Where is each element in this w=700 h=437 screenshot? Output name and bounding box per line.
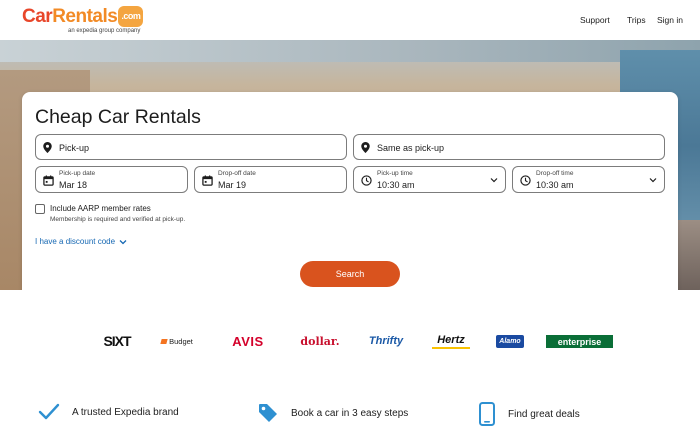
hero-sky: [0, 40, 700, 62]
chevron-down-icon: [649, 178, 657, 183]
brand-logo-dollar: dollar.: [300, 334, 340, 348]
discount-code-toggle[interactable]: I have a discount code: [35, 237, 127, 246]
aarp-checkbox-label[interactable]: Include AARP member rates: [50, 204, 151, 213]
feature-text: Book a car in 3 easy steps: [291, 407, 409, 419]
brand-logo-hertz: Hertz: [432, 333, 470, 349]
dropoff-date-field[interactable]: Drop-off date Mar 19: [194, 166, 347, 193]
logo-tagline: an expedia group company: [68, 28, 141, 34]
search-card: Cheap Car Rentals Pick-up Same as pick-u…: [22, 92, 678, 290]
rental-brands-row: SIXT Budget AVIS dollar. Thrifty Hertz A…: [0, 330, 700, 352]
logo-text-rentals: Rentals: [52, 6, 118, 27]
feature-great-deals: Find great deals: [478, 402, 580, 426]
checkmark-icon: [38, 403, 60, 420]
pickup-time-select[interactable]: Pick-up time 10:30 am: [353, 166, 506, 193]
aarp-checkbox[interactable]: [35, 204, 45, 214]
calendar-icon: [43, 175, 54, 186]
logo-text-car: Car: [22, 6, 53, 27]
brand-logo-enterprise: enterprise: [546, 335, 613, 348]
pickup-date-value: Mar 18: [59, 180, 88, 190]
nav-trips-link[interactable]: Trips: [627, 15, 646, 25]
brand-logo-budget-text: Budget: [169, 336, 193, 346]
feature-text: A trusted Expedia brand: [72, 406, 179, 418]
brand-logo-alamo: Alamo: [496, 335, 524, 348]
aarp-note: Membership is required and verified at p…: [50, 216, 186, 223]
brand-logo-avis: AVIS: [232, 333, 264, 349]
location-pin-icon: [43, 142, 52, 153]
dropoff-time-value: 10:30 am: [536, 180, 574, 190]
brand-logo-thrifty: Thrifty: [368, 335, 404, 347]
mobile-phone-icon: [479, 402, 495, 426]
search-button[interactable]: Search: [300, 261, 400, 287]
nav-support-link[interactable]: Support: [580, 15, 610, 25]
pickup-time-label: Pick-up time: [377, 170, 413, 177]
budget-mark: [160, 338, 168, 344]
nav-signin-link[interactable]: Sign in: [657, 15, 683, 25]
page-title: Cheap Car Rentals: [35, 106, 201, 128]
dropoff-date-value: Mar 19: [218, 180, 247, 190]
pickup-date-label: Pick-up date: [59, 170, 96, 177]
dropoff-location-placeholder: Same as pick-up: [377, 143, 445, 153]
pickup-date-field[interactable]: Pick-up date Mar 18: [35, 166, 188, 193]
pickup-location-placeholder: Pick-up: [59, 143, 90, 153]
feature-trusted-brand: A trusted Expedia brand: [38, 402, 179, 422]
pickup-location-field[interactable]: Pick-up: [35, 134, 347, 160]
chevron-down-icon: [490, 178, 498, 183]
logo-badge-com: .com: [118, 6, 144, 27]
hero-background: Cheap Car Rentals Pick-up Same as pick-u…: [0, 40, 700, 290]
dropoff-time-label: Drop-off time: [536, 170, 574, 177]
carrentals-logo[interactable]: CarRentals .com an expedia group company: [22, 6, 144, 34]
location-pin-icon: [361, 142, 370, 153]
chevron-down-icon: [119, 239, 127, 244]
feature-easy-steps: Book a car in 3 easy steps: [257, 402, 408, 424]
clock-icon: [520, 175, 531, 186]
feature-text: Find great deals: [508, 408, 580, 420]
tag-icon: [259, 404, 277, 422]
clock-icon: [361, 175, 372, 186]
discount-code-label: I have a discount code: [35, 237, 116, 246]
dropoff-time-select[interactable]: Drop-off time 10:30 am: [512, 166, 665, 193]
site-header: CarRentals .com an expedia group company …: [0, 0, 700, 40]
dropoff-location-field[interactable]: Same as pick-up: [353, 134, 665, 160]
dropoff-date-label: Drop-off date: [218, 170, 256, 177]
pickup-time-value: 10:30 am: [377, 180, 415, 190]
calendar-icon: [202, 175, 213, 186]
brand-logo-sixt: SIXT: [103, 333, 131, 349]
brand-logo-budget: Budget: [157, 330, 197, 352]
